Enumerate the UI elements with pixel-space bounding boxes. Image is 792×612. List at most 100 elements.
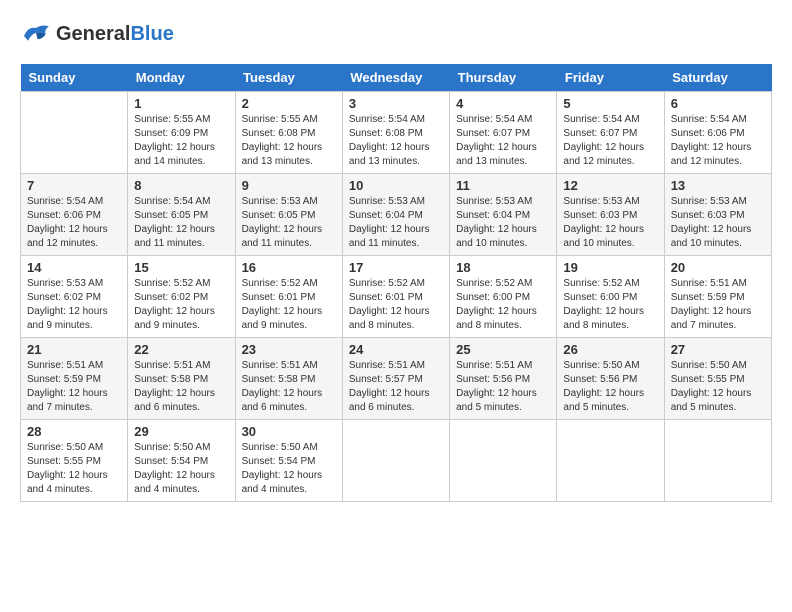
calendar-cell: 7 Sunrise: 5:54 AM Sunset: 6:06 PM Daylig…	[21, 174, 128, 256]
day-number: 9	[242, 178, 336, 193]
calendar-header-row: SundayMondayTuesdayWednesdayThursdayFrid…	[21, 64, 772, 92]
col-header-monday: Monday	[128, 64, 235, 92]
calendar-cell: 27Sunrise: 5:50 AM Sunset: 5:55 PM Dayli…	[664, 338, 771, 420]
day-number: 27	[671, 342, 765, 357]
calendar-cell: 8 Sunrise: 5:54 AM Sunset: 6:05 PM Daylig…	[128, 174, 235, 256]
day-number: 11	[456, 178, 550, 193]
day-info: Sunrise: 5:53 AM Sunset: 6:04 PM Dayligh…	[456, 195, 550, 251]
day-info: Sunrise: 5:51 AM Sunset: 5:59 PM Dayligh…	[27, 359, 121, 415]
calendar-cell: 19 Sunrise: 5:52 AM Sunset: 6:00 PM Dayli…	[557, 256, 664, 338]
calendar-cell: 13 Sunrise: 5:53 AM Sunset: 6:03 PM Dayli…	[664, 174, 771, 256]
calendar-cell: 12 Sunrise: 5:53 AM Sunset: 6:03 PM Dayli…	[557, 174, 664, 256]
day-info: Sunrise: 5:51 AM Sunset: 5:58 PM Dayligh…	[242, 359, 336, 415]
calendar-week-row: 28 Sunrise: 5:50 AM Sunset: 5:55 PM Dayli…	[21, 420, 772, 502]
calendar-cell: 22Sunrise: 5:51 AM Sunset: 5:58 PM Dayli…	[128, 338, 235, 420]
day-info: Sunrise: 5:50 AM Sunset: 5:55 PM Dayligh…	[27, 441, 121, 497]
day-number: 15	[134, 260, 228, 275]
calendar-cell: 6 Sunrise: 5:54 AM Sunset: 6:06 PM Daylig…	[664, 92, 771, 174]
calendar-cell: 5 Sunrise: 5:54 AM Sunset: 6:07 PM Daylig…	[557, 92, 664, 174]
day-info: Sunrise: 5:53 AM Sunset: 6:04 PM Dayligh…	[349, 195, 443, 251]
logo-bird-icon	[20, 20, 52, 48]
day-number: 19	[563, 260, 657, 275]
day-number: 28	[27, 424, 121, 439]
day-number: 7	[27, 178, 121, 193]
day-number: 21	[27, 342, 121, 357]
day-info: Sunrise: 5:53 AM Sunset: 6:05 PM Dayligh…	[242, 195, 336, 251]
calendar-cell: 10 Sunrise: 5:53 AM Sunset: 6:04 PM Dayli…	[342, 174, 449, 256]
day-info: Sunrise: 5:54 AM Sunset: 6:06 PM Dayligh…	[27, 195, 121, 251]
day-info: Sunrise: 5:51 AM Sunset: 5:59 PM Dayligh…	[671, 277, 765, 333]
calendar-cell: 24 Sunrise: 5:51 AM Sunset: 5:57 PM Dayli…	[342, 338, 449, 420]
calendar-cell: 30Sunrise: 5:50 AM Sunset: 5:54 PM Dayli…	[235, 420, 342, 502]
day-number: 16	[242, 260, 336, 275]
calendar-week-row: 14 Sunrise: 5:53 AM Sunset: 6:02 PM Dayli…	[21, 256, 772, 338]
day-number: 29	[134, 424, 228, 439]
day-info: Sunrise: 5:52 AM Sunset: 6:01 PM Dayligh…	[349, 277, 443, 333]
day-number: 14	[27, 260, 121, 275]
day-number: 5	[563, 96, 657, 111]
day-number: 24	[349, 342, 443, 357]
day-number: 12	[563, 178, 657, 193]
calendar-cell: 15Sunrise: 5:52 AM Sunset: 6:02 PM Dayli…	[128, 256, 235, 338]
day-info: Sunrise: 5:51 AM Sunset: 5:56 PM Dayligh…	[456, 359, 550, 415]
day-info: Sunrise: 5:54 AM Sunset: 6:06 PM Dayligh…	[671, 113, 765, 169]
calendar-cell: 11 Sunrise: 5:53 AM Sunset: 6:04 PM Dayli…	[450, 174, 557, 256]
day-info: Sunrise: 5:50 AM Sunset: 5:56 PM Dayligh…	[563, 359, 657, 415]
day-info: Sunrise: 5:54 AM Sunset: 6:08 PM Dayligh…	[349, 113, 443, 169]
col-header-thursday: Thursday	[450, 64, 557, 92]
day-number: 3	[349, 96, 443, 111]
day-number: 10	[349, 178, 443, 193]
calendar-cell: 14 Sunrise: 5:53 AM Sunset: 6:02 PM Dayli…	[21, 256, 128, 338]
calendar-cell: 18 Sunrise: 5:52 AM Sunset: 6:00 PM Dayli…	[450, 256, 557, 338]
calendar-cell: 16 Sunrise: 5:52 AM Sunset: 6:01 PM Dayli…	[235, 256, 342, 338]
day-number: 23	[242, 342, 336, 357]
day-number: 20	[671, 260, 765, 275]
day-number: 6	[671, 96, 765, 111]
day-number: 22	[134, 342, 228, 357]
calendar-week-row: 21 Sunrise: 5:51 AM Sunset: 5:59 PM Dayli…	[21, 338, 772, 420]
day-info: Sunrise: 5:53 AM Sunset: 6:03 PM Dayligh…	[563, 195, 657, 251]
logo-text: GeneralBlue	[56, 23, 174, 46]
day-info: Sunrise: 5:55 AM Sunset: 6:09 PM Dayligh…	[134, 113, 228, 169]
day-number: 25	[456, 342, 550, 357]
calendar-cell	[450, 420, 557, 502]
calendar-cell: 4 Sunrise: 5:54 AM Sunset: 6:07 PM Daylig…	[450, 92, 557, 174]
day-info: Sunrise: 5:54 AM Sunset: 6:05 PM Dayligh…	[134, 195, 228, 251]
calendar-cell	[21, 92, 128, 174]
page-header: GeneralBlue	[20, 20, 772, 48]
day-number: 4	[456, 96, 550, 111]
col-header-saturday: Saturday	[664, 64, 771, 92]
calendar-cell: 20 Sunrise: 5:51 AM Sunset: 5:59 PM Dayli…	[664, 256, 771, 338]
calendar-week-row: 1 Sunrise: 5:55 AM Sunset: 6:09 PM Daylig…	[21, 92, 772, 174]
calendar-cell	[557, 420, 664, 502]
col-header-wednesday: Wednesday	[342, 64, 449, 92]
day-number: 13	[671, 178, 765, 193]
day-info: Sunrise: 5:50 AM Sunset: 5:54 PM Dayligh…	[134, 441, 228, 497]
calendar-cell	[342, 420, 449, 502]
calendar-cell: 3 Sunrise: 5:54 AM Sunset: 6:08 PM Daylig…	[342, 92, 449, 174]
calendar-cell: 17 Sunrise: 5:52 AM Sunset: 6:01 PM Dayli…	[342, 256, 449, 338]
calendar-cell: 26Sunrise: 5:50 AM Sunset: 5:56 PM Dayli…	[557, 338, 664, 420]
day-info: Sunrise: 5:53 AM Sunset: 6:02 PM Dayligh…	[27, 277, 121, 333]
day-info: Sunrise: 5:54 AM Sunset: 6:07 PM Dayligh…	[456, 113, 550, 169]
day-info: Sunrise: 5:52 AM Sunset: 6:00 PM Dayligh…	[456, 277, 550, 333]
day-number: 18	[456, 260, 550, 275]
day-info: Sunrise: 5:53 AM Sunset: 6:03 PM Dayligh…	[671, 195, 765, 251]
day-info: Sunrise: 5:54 AM Sunset: 6:07 PM Dayligh…	[563, 113, 657, 169]
calendar-cell: 29 Sunrise: 5:50 AM Sunset: 5:54 PM Dayli…	[128, 420, 235, 502]
calendar-cell: 9 Sunrise: 5:53 AM Sunset: 6:05 PM Daylig…	[235, 174, 342, 256]
calendar-week-row: 7 Sunrise: 5:54 AM Sunset: 6:06 PM Daylig…	[21, 174, 772, 256]
calendar-cell: 1 Sunrise: 5:55 AM Sunset: 6:09 PM Daylig…	[128, 92, 235, 174]
day-number: 2	[242, 96, 336, 111]
calendar-cell: 2 Sunrise: 5:55 AM Sunset: 6:08 PM Daylig…	[235, 92, 342, 174]
day-number: 8	[134, 178, 228, 193]
day-number: 17	[349, 260, 443, 275]
calendar-cell: 21 Sunrise: 5:51 AM Sunset: 5:59 PM Dayli…	[21, 338, 128, 420]
day-info: Sunrise: 5:52 AM Sunset: 6:01 PM Dayligh…	[242, 277, 336, 333]
day-info: Sunrise: 5:55 AM Sunset: 6:08 PM Dayligh…	[242, 113, 336, 169]
day-info: Sunrise: 5:51 AM Sunset: 5:57 PM Dayligh…	[349, 359, 443, 415]
day-number: 1	[134, 96, 228, 111]
calendar-cell: 28 Sunrise: 5:50 AM Sunset: 5:55 PM Dayli…	[21, 420, 128, 502]
day-info: Sunrise: 5:52 AM Sunset: 6:00 PM Dayligh…	[563, 277, 657, 333]
col-header-tuesday: Tuesday	[235, 64, 342, 92]
